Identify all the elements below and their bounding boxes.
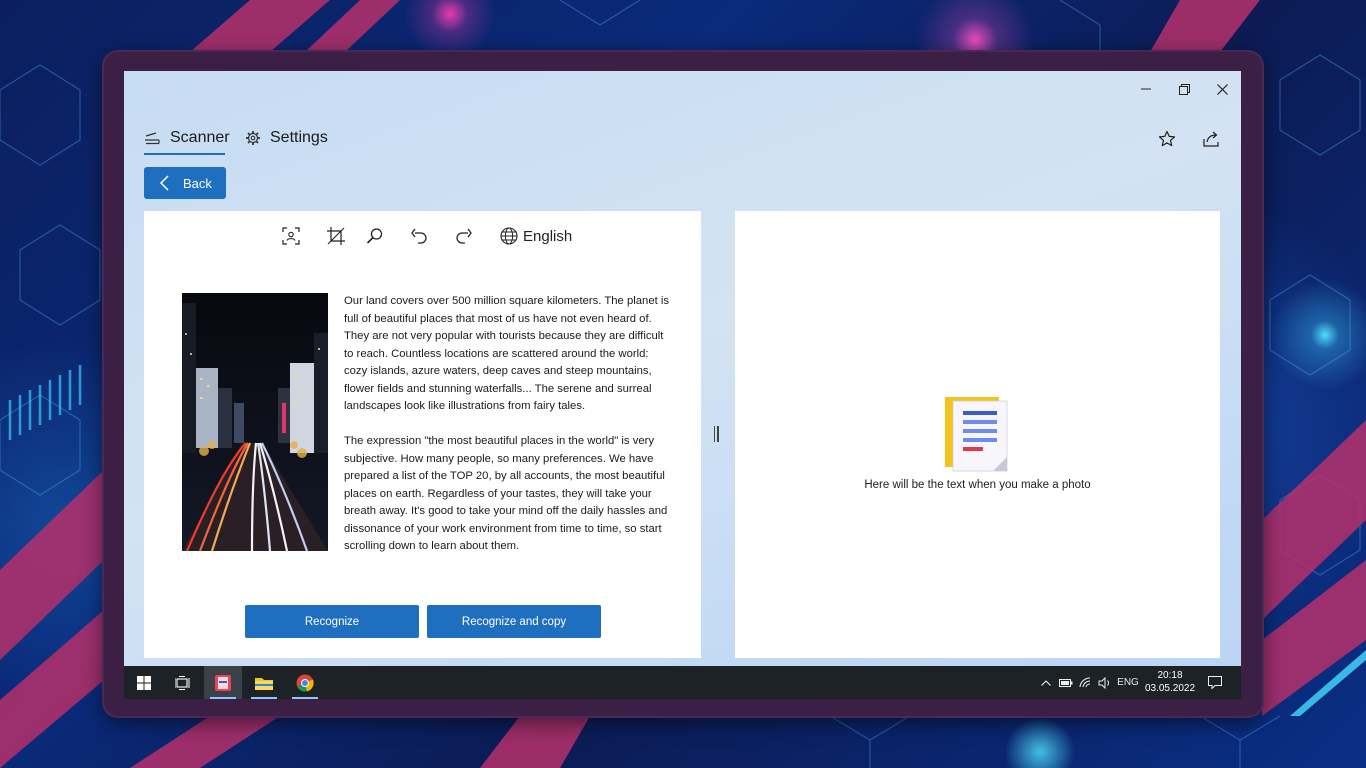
battery-indicator[interactable] [1057, 666, 1075, 699]
taskbar-scanner-app[interactable] [204, 666, 242, 699]
chrome-icon [296, 674, 314, 692]
document-text: Our land covers over 500 million square … [344, 293, 670, 573]
document-photo [182, 293, 328, 551]
scanner-icon [145, 132, 160, 145]
battery-icon [1059, 678, 1073, 687]
back-label: Back [183, 175, 212, 191]
select-area-button[interactable] [279, 224, 303, 248]
tab-settings-label: Settings [270, 129, 328, 146]
windows-start-icon [137, 675, 151, 690]
tab-scanner[interactable]: Scanner [144, 129, 230, 147]
back-button[interactable]: Back [144, 167, 226, 199]
speaker-icon [1098, 676, 1110, 689]
zoom-icon [366, 228, 383, 244]
undo-button[interactable] [407, 224, 431, 248]
minimize-button[interactable] [1131, 76, 1161, 102]
share-button[interactable] [1198, 126, 1224, 152]
zoom-button[interactable] [363, 224, 387, 248]
notifications-button[interactable] [1204, 666, 1226, 699]
result-placeholder: Here will be the text when you make a ph… [864, 479, 1091, 491]
scan-preview-panel: English Our land covers over 500 million… [144, 211, 701, 658]
file-explorer-icon [255, 677, 273, 690]
clock-time: 20:18 [1157, 670, 1183, 681]
wifi-icon [1079, 676, 1091, 687]
tab-scanner-label: Scanner [170, 129, 230, 146]
undo-icon [411, 228, 427, 244]
chevron-left-icon [159, 175, 169, 191]
recognize-and-copy-button[interactable]: Recognize and copy [427, 605, 601, 638]
language-selector[interactable]: English [500, 224, 572, 248]
running-app-indicator [292, 697, 318, 699]
share-icon [1203, 131, 1219, 147]
close-icon [1216, 83, 1228, 95]
crop-button[interactable] [324, 224, 348, 248]
panel-splitter[interactable] [712, 426, 720, 444]
favorite-button[interactable] [1154, 126, 1180, 152]
redo-button[interactable] [452, 224, 476, 248]
active-tab-indicator [144, 153, 225, 155]
taskbar-chrome[interactable] [286, 666, 324, 699]
clock[interactable]: 20:18 03.05.2022 [1140, 669, 1200, 695]
app-window: Scanner Settings Back English Our land c… [124, 71, 1241, 699]
scanner-app-icon [215, 674, 231, 691]
star-icon [1158, 130, 1176, 147]
document-icon [945, 397, 1008, 472]
chevron-up-icon [1041, 679, 1051, 686]
select-area-icon [282, 227, 300, 245]
recognize-button[interactable]: Recognize [245, 605, 419, 638]
show-hidden-icons-button[interactable] [1038, 666, 1054, 699]
result-panel: Here will be the text when you make a ph… [735, 211, 1220, 658]
crop-icon [327, 227, 345, 245]
redo-icon [456, 228, 472, 244]
taskbar: ENG 20:18 03.05.2022 [124, 666, 1241, 699]
restore-icon [1178, 83, 1190, 95]
document-paragraph: Our land covers over 500 million square … [344, 295, 670, 412]
gear-icon [246, 131, 260, 145]
restore-button[interactable] [1169, 76, 1199, 102]
task-view-button[interactable] [164, 666, 202, 699]
document-paragraph: The expression "the most beautiful place… [344, 435, 668, 552]
running-app-indicator [251, 697, 277, 699]
taskbar-file-explorer[interactable] [245, 666, 283, 699]
language-label: English [523, 227, 573, 245]
clock-date: 03.05.2022 [1144, 683, 1196, 694]
tab-settings[interactable]: Settings [245, 129, 328, 147]
volume-indicator[interactable] [1096, 666, 1114, 699]
minimize-icon [1141, 88, 1151, 90]
globe-icon [500, 227, 518, 245]
network-indicator[interactable] [1077, 666, 1095, 699]
input-language-indicator[interactable]: ENG [1115, 666, 1141, 699]
start-button[interactable] [125, 666, 163, 699]
active-app-indicator [210, 697, 236, 699]
action-center-icon [1208, 676, 1222, 689]
task-view-icon [175, 675, 190, 690]
close-button[interactable] [1207, 76, 1237, 102]
